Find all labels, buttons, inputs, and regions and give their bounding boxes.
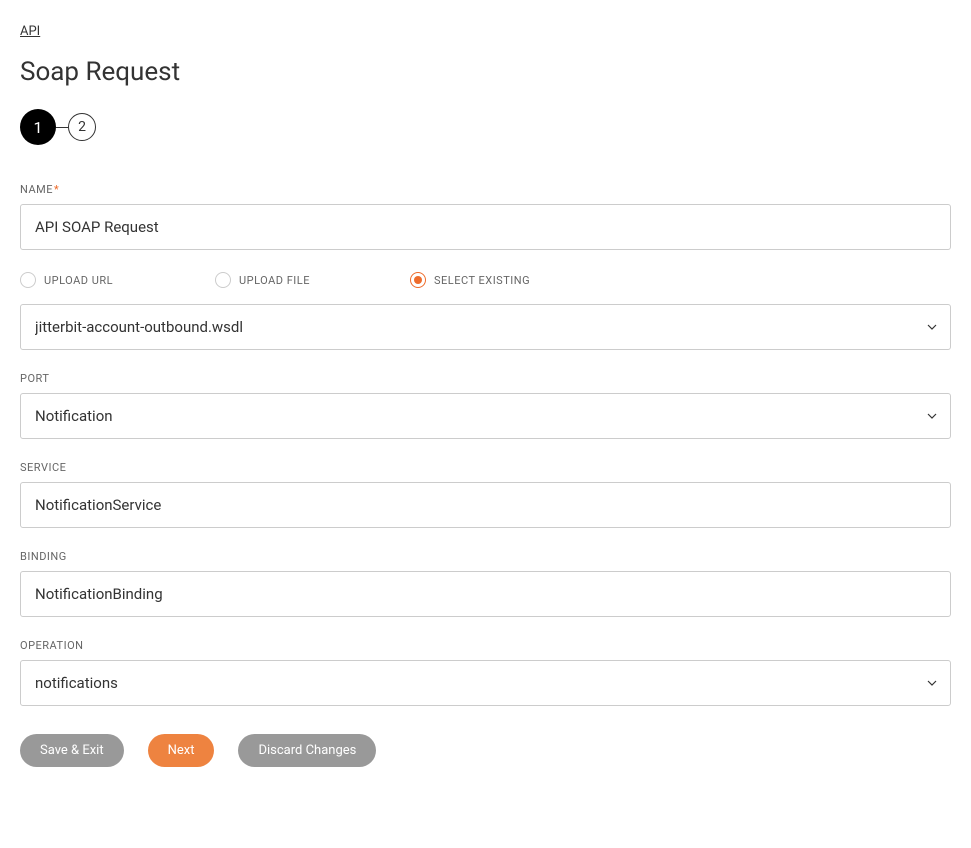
discard-changes-button[interactable]: Discard Changes [238,734,376,767]
binding-group: BINDING [20,550,951,617]
breadcrumb-api[interactable]: API [20,24,40,39]
operation-select[interactable] [20,660,951,706]
page-title: Soap Request [20,57,951,87]
step-connector [56,127,68,128]
radio-circle-select-existing [410,272,426,288]
radio-select-existing[interactable]: SELECT EXISTING [410,272,605,288]
step-2[interactable]: 2 [68,113,96,141]
radio-circle-upload-url [20,272,36,288]
radio-upload-url[interactable]: UPLOAD URL [20,272,215,288]
binding-input[interactable] [20,571,951,617]
name-label: NAME* [20,183,951,196]
stepper: 1 2 [20,109,951,145]
port-label: PORT [20,372,951,385]
wsdl-select[interactable] [20,304,951,350]
step-1[interactable]: 1 [20,109,56,145]
radio-label-upload-url: UPLOAD URL [44,274,113,287]
service-group: SERVICE [20,461,951,528]
save-exit-button[interactable]: Save & Exit [20,734,124,767]
source-radio-group: UPLOAD URL UPLOAD FILE SELECT EXISTING [20,272,951,288]
source-section: UPLOAD URL UPLOAD FILE SELECT EXISTING [20,272,951,350]
radio-upload-file[interactable]: UPLOAD FILE [215,272,410,288]
required-asterisk: * [54,183,59,196]
operation-label: OPERATION [20,639,951,652]
name-label-text: NAME [20,183,53,196]
radio-circle-upload-file [215,272,231,288]
port-select[interactable] [20,393,951,439]
name-input[interactable] [20,204,951,250]
port-select-value[interactable] [20,393,951,439]
wsdl-select-value[interactable] [20,304,951,350]
service-label: SERVICE [20,461,951,474]
binding-label: BINDING [20,550,951,563]
button-row: Save & Exit Next Discard Changes [20,734,951,767]
radio-label-select-existing: SELECT EXISTING [434,274,530,287]
operation-group: OPERATION [20,639,951,706]
next-button[interactable]: Next [148,734,215,767]
radio-label-upload-file: UPLOAD FILE [239,274,310,287]
port-group: PORT [20,372,951,439]
operation-select-value[interactable] [20,660,951,706]
name-group: NAME* [20,183,951,250]
service-input[interactable] [20,482,951,528]
